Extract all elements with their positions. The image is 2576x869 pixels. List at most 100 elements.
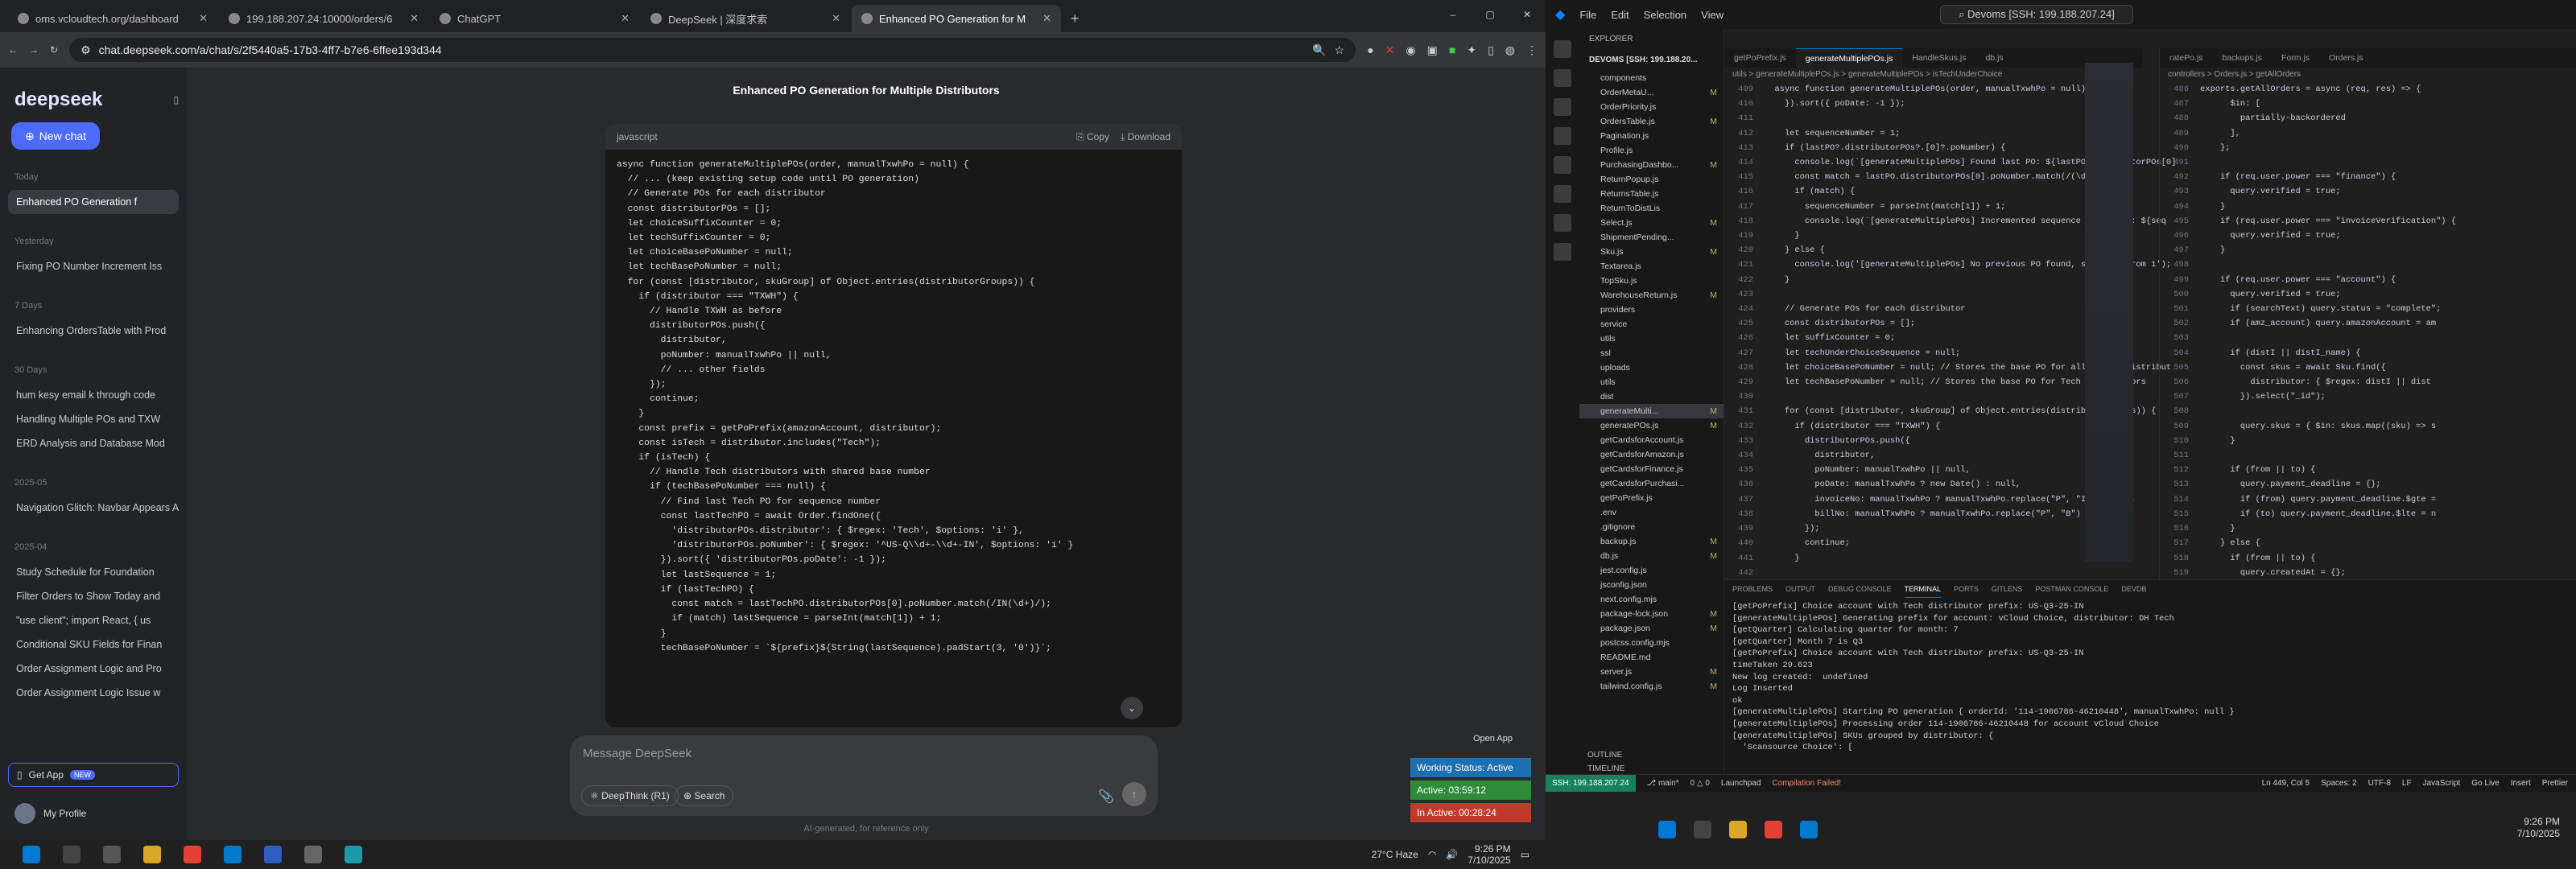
reload-icon[interactable]: ↻: [50, 44, 58, 56]
file-item[interactable]: server.js M: [1579, 665, 1724, 679]
line-ending[interactable]: LF: [2402, 779, 2412, 788]
open-app-link[interactable]: Open App: [1473, 734, 1513, 743]
chat-history-item[interactable]: hum kesy email k through code: [8, 383, 179, 407]
app-icon[interactable]: [304, 846, 322, 863]
send-button[interactable]: ↑: [1122, 782, 1146, 806]
extension-icon[interactable]: ✕: [1385, 43, 1395, 57]
volume-icon[interactable]: 🔊: [1446, 849, 1458, 860]
file-item[interactable]: OrderPriority.js: [1579, 100, 1724, 114]
close-tab-icon[interactable]: ✕: [410, 12, 419, 25]
indentation[interactable]: Spaces: 2: [2321, 779, 2356, 788]
download-button[interactable]: ⤓ Download: [1121, 131, 1170, 143]
chat-history-item[interactable]: Navigation Glitch: Navbar Appears Af: [8, 496, 179, 520]
extension-icon[interactable]: ■: [1449, 43, 1455, 57]
message-input[interactable]: Message DeepSeek: [583, 747, 1145, 760]
close-window-button[interactable]: ✕: [1509, 0, 1546, 32]
file-item[interactable]: Textarea.js: [1579, 259, 1724, 274]
remote-indicator[interactable]: SSH: 199.188.207.24: [1546, 774, 1636, 793]
new-tab-button[interactable]: +: [1063, 10, 1088, 32]
vscode-icon[interactable]: [1800, 821, 1818, 838]
editor-tab[interactable]: generateMultiplePOs.js: [1795, 48, 1903, 68]
file-item[interactable]: uploads: [1579, 360, 1724, 375]
editor-tab[interactable]: Form.js: [2272, 48, 2319, 68]
panel-tab[interactable]: POSTMAN CONSOLE: [2035, 580, 2108, 598]
chat-history-item[interactable]: ERD Analysis and Database Mod: [8, 431, 179, 455]
message-input-box[interactable]: Message DeepSeek ⚛ DeepThink (R1) ⊕ Sear…: [570, 735, 1158, 816]
file-explorer-icon[interactable]: [1729, 821, 1747, 838]
chat-history-item[interactable]: Filter Orders to Show Today and: [8, 584, 179, 608]
code-editor-right[interactable]: 486 exports.getAllOrders = async (req, re…: [2160, 82, 2576, 639]
app-icon[interactable]: [345, 846, 362, 863]
vscode-icon[interactable]: [224, 846, 242, 863]
maximize-button[interactable]: ▢: [1472, 0, 1509, 32]
panel-tab[interactable]: DEVDB: [2121, 580, 2146, 598]
file-item[interactable]: ReturnPopup.js: [1579, 172, 1724, 187]
search-icon[interactable]: [63, 846, 80, 863]
chat-history-item[interactable]: Conditional SKU Fields for Finan: [8, 632, 179, 657]
file-item[interactable]: tailwind.config.js M: [1579, 679, 1724, 694]
file-item[interactable]: jest.config.js: [1579, 563, 1724, 578]
wifi-icon[interactable]: ◠: [1428, 849, 1436, 860]
search-icon[interactable]: 🔍: [1312, 43, 1326, 57]
file-item[interactable]: getCardsforAmazon.js: [1579, 447, 1724, 462]
extension-icon[interactable]: ▣: [1427, 43, 1438, 57]
search-icon[interactable]: [1694, 821, 1711, 838]
gitlens-icon[interactable]: [1554, 214, 1571, 232]
command-center[interactable]: ⌕ Devoms [SSH: 199.188.207.24]: [1940, 5, 2133, 24]
file-item[interactable]: TopSku.js: [1579, 274, 1724, 288]
launchpad-button[interactable]: Launchpad: [1721, 779, 1761, 788]
close-tab-icon[interactable]: ✕: [621, 12, 630, 25]
panel-tab[interactable]: OUTPUT: [1785, 580, 1815, 598]
chat-history-item[interactable]: Enhanced PO Generation f: [8, 190, 179, 214]
workspace-root[interactable]: DEVOMS [SSH: 199.188.20...: [1579, 50, 1724, 71]
panel-tab[interactable]: DEBUG CONSOLE: [1828, 580, 1892, 598]
task-view-icon[interactable]: [103, 846, 121, 863]
file-item[interactable]: PurchasingDashbo... M: [1579, 158, 1724, 172]
puzzle-icon[interactable]: ✦: [1467, 43, 1476, 57]
chat-history-item[interactable]: "use client"; import React, { us: [8, 608, 179, 632]
minimize-button[interactable]: –: [1435, 0, 1472, 32]
extension-icon[interactable]: ●: [1367, 43, 1373, 57]
copy-button[interactable]: ⎘ Copy: [1076, 131, 1109, 143]
deepthink-toggle[interactable]: ⚛ DeepThink (R1): [581, 785, 679, 806]
compile-status[interactable]: Compilation Failed!: [1772, 779, 1841, 788]
branch-indicator[interactable]: ⎇ main*: [1647, 779, 1679, 788]
browser-tab[interactable]: ChatGPT ✕: [430, 5, 639, 32]
file-item[interactable]: ReturnToDistLis: [1579, 201, 1724, 216]
menu-item[interactable]: Edit: [1611, 9, 1629, 21]
file-item[interactable]: OrdersTable.js M: [1579, 114, 1724, 129]
explorer-icon[interactable]: [1554, 40, 1571, 58]
kebab-menu-icon[interactable]: ⋮: [1526, 43, 1538, 57]
prettier-status[interactable]: Prettier: [2542, 779, 2568, 788]
menu-item[interactable]: File: [1579, 9, 1596, 21]
collapse-sidebar-icon[interactable]: ▯: [173, 94, 179, 105]
address-bar[interactable]: ⚙ chat.deepseek.com/a/chat/s/2f5440a5-17…: [69, 38, 1356, 62]
browser-tab[interactable]: DeepSeek | 深度求索 ✕: [641, 5, 850, 32]
chat-history-item[interactable]: Study Schedule for Foundation: [8, 560, 179, 584]
file-item[interactable]: getCardsforFinance.js: [1579, 462, 1724, 476]
start-icon[interactable]: [23, 846, 40, 863]
file-item[interactable]: Pagination.js: [1579, 129, 1724, 143]
file-item[interactable]: utils: [1579, 332, 1724, 346]
file-item[interactable]: getPoPrefix.js: [1579, 491, 1724, 505]
file-item[interactable]: generatePOs.js M: [1579, 418, 1724, 433]
file-item[interactable]: Select.js M: [1579, 216, 1724, 230]
language-mode[interactable]: JavaScript: [2423, 779, 2461, 788]
panel-tab[interactable]: TERMINAL: [1904, 580, 1942, 598]
editor-tab[interactable]: backups.js: [2212, 48, 2272, 68]
weather[interactable]: 27°C Haze: [1372, 849, 1418, 860]
editor-tab[interactable]: getPoPrefix.js: [1724, 48, 1796, 68]
panel-tab[interactable]: PORTS: [1954, 580, 1979, 598]
attach-icon[interactable]: 📎: [1098, 789, 1114, 805]
file-item[interactable]: README.md: [1579, 650, 1724, 665]
file-item[interactable]: providers: [1579, 303, 1724, 317]
postman-icon[interactable]: [1554, 243, 1571, 261]
file-item[interactable]: .env: [1579, 505, 1724, 520]
chat-history-item[interactable]: Order Assignment Logic Issue w: [8, 681, 179, 705]
browser-tab[interactable]: Enhanced PO Generation for M ✕: [852, 5, 1061, 32]
minimap[interactable]: [2085, 63, 2133, 562]
forward-icon[interactable]: →: [29, 44, 39, 56]
file-item[interactable]: postcss.config.mjs: [1579, 636, 1724, 650]
source-control-icon[interactable]: [1554, 98, 1571, 116]
panel-tab[interactable]: GITLENS: [1992, 580, 2023, 598]
